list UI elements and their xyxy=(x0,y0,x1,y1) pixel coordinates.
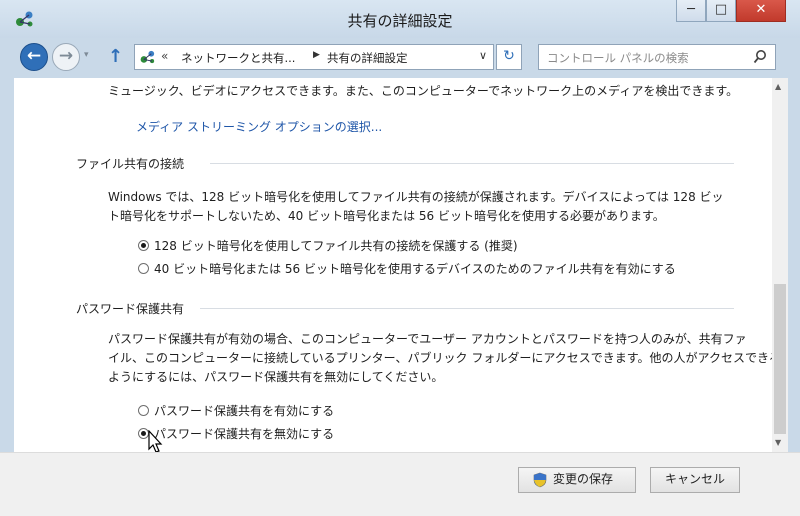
breadcrumb-advanced-sharing[interactable]: 共有の詳細設定 xyxy=(327,50,408,66)
address-bar[interactable]: « ネットワークと共有... ▶ 共有の詳細設定 ∨ xyxy=(134,44,494,70)
navigation-bar: ← → ▾ ↑ « ネットワークと共有... ▶ 共有の詳細設定 ∨ ↻ コント… xyxy=(0,38,800,78)
window: 共有の詳細設定 ─ □ ✕ ← → ▾ ↑ « ネットワークと共有... ▶ 共… xyxy=(0,0,800,516)
save-changes-label: 変更の保存 xyxy=(553,472,614,486)
radio-128bit-label[interactable]: 128 ビット暗号化を使用してファイル共有の接続を保護する (推奨) xyxy=(154,237,518,254)
settings-content: ミュージック、ビデオにアクセスできます。また、このコンピューターでネットワーク上… xyxy=(14,78,772,452)
radio-password-disable-label[interactable]: パスワード保護共有を無効にする xyxy=(154,425,334,442)
title-bar: 共有の詳細設定 ─ □ ✕ xyxy=(0,0,800,38)
media-streaming-options-link[interactable]: メディア ストリーミング オプションの選択... xyxy=(136,118,382,135)
network-icon xyxy=(140,50,155,64)
cancel-button[interactable]: キャンセル xyxy=(650,467,740,493)
footer-bar: 変更の保存 キャンセル xyxy=(0,452,800,516)
forward-button[interactable]: → xyxy=(52,43,80,71)
radio-password-enable-label[interactable]: パスワード保護共有を有効にする xyxy=(154,402,334,419)
search-placeholder: コントロール パネルの検索 xyxy=(547,51,689,65)
window-frame xyxy=(0,78,14,452)
back-button[interactable]: ← xyxy=(20,43,48,71)
recent-pages-button[interactable]: ▾ xyxy=(84,50,89,60)
radio-128bit[interactable] xyxy=(138,240,149,251)
uac-shield-icon xyxy=(533,472,547,488)
password-sharing-description: パスワード保護共有が有効の場合、このコンピューターでユーザー アカウントとパスワ… xyxy=(108,332,747,346)
radio-40-56bit-label[interactable]: 40 ビット暗号化または 56 ビット暗号化を使用するデバイスのためのファイル共… xyxy=(154,260,676,277)
save-changes-button[interactable]: 変更の保存 xyxy=(518,467,636,493)
section-divider xyxy=(200,308,734,309)
mouse-cursor-icon xyxy=(148,430,163,453)
file-sharing-heading: ファイル共有の接続 xyxy=(76,157,185,171)
radio-password-enable[interactable] xyxy=(138,405,149,416)
scrollbar-thumb[interactable] xyxy=(774,284,786,434)
password-sharing-description: イル、このコンピューターに接続しているプリンター、パブリック フォルダーにアクセ… xyxy=(108,351,772,365)
scroll-up-button[interactable]: ▲ xyxy=(775,82,781,91)
password-sharing-heading: パスワード保護共有 xyxy=(76,302,185,316)
media-description: ミュージック、ビデオにアクセスできます。また、このコンピューターでネットワーク上… xyxy=(108,84,739,98)
vertical-scrollbar[interactable]: ▲ ▼ xyxy=(772,78,788,452)
search-icon[interactable] xyxy=(753,49,767,65)
close-button[interactable]: ✕ xyxy=(736,0,786,22)
up-button[interactable]: ↑ xyxy=(108,46,123,67)
radio-40-56bit[interactable] xyxy=(138,263,149,274)
maximize-button[interactable]: □ xyxy=(706,0,736,22)
address-dropdown-button[interactable]: ∨ xyxy=(479,49,487,62)
window-frame xyxy=(788,78,800,452)
breadcrumb-separator-icon[interactable]: ▶ xyxy=(313,50,320,60)
breadcrumb-overflow[interactable]: « xyxy=(161,49,168,63)
scroll-down-button[interactable]: ▼ xyxy=(775,438,781,447)
file-sharing-description: ト暗号化をサポートしないため、40 ビット暗号化または 56 ビット暗号化を使用… xyxy=(108,209,665,223)
search-input[interactable]: コントロール パネルの検索 xyxy=(538,44,776,70)
section-divider xyxy=(210,163,734,164)
file-sharing-description: Windows では、128 ビット暗号化を使用してファイル共有の接続が保護され… xyxy=(108,190,724,204)
minimize-button[interactable]: ─ xyxy=(676,0,706,22)
breadcrumb-network-sharing[interactable]: ネットワークと共有... xyxy=(181,50,295,66)
refresh-button[interactable]: ↻ xyxy=(496,44,522,70)
password-sharing-description: ようにするには、パスワード保護共有を無効にしてください。 xyxy=(108,370,444,384)
